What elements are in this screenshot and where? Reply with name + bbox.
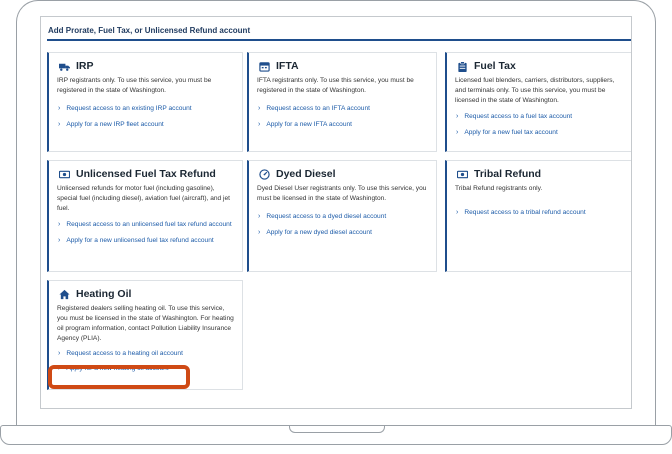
money-icon <box>59 169 70 180</box>
house-icon <box>59 289 70 300</box>
laptop-base <box>0 425 672 445</box>
link-request-irp[interactable]: › Request access to an existing IRP accou… <box>58 104 242 114</box>
truck-icon <box>59 61 70 72</box>
link-request-unlicensed-refund[interactable]: › Request access to an unlicensed fuel ta… <box>58 220 242 230</box>
highlight-box <box>48 365 190 389</box>
app-screen: Add Prorate, Fuel Tax, or Unlicensed Ref… <box>40 16 632 409</box>
card-ifta: IFTA IFTA registrants only. To use this … <box>247 52 437 152</box>
link-apply-irp[interactable]: › Apply for a new IRP fleet account <box>58 120 242 130</box>
card-unlicensed-refund: Unlicensed Fuel Tax Refund Unlicensed re… <box>47 160 243 272</box>
link-request-fuel-tax[interactable]: › Request access to a fuel tax account <box>456 112 631 122</box>
link-apply-fuel-tax[interactable]: › Apply for a new fuel tax account <box>456 128 631 138</box>
card-fuel-tax: Fuel Tax Licensed fuel blenders, carrier… <box>445 52 631 152</box>
card-title: Fuel Tax <box>457 60 631 72</box>
card-irp: IRP IRP registrants only. To use this se… <box>47 52 243 152</box>
card-title: IRP <box>59 60 242 72</box>
card-tribal-refund: Tribal Refund Tribal Refund registrants … <box>445 160 631 272</box>
calendar-icon <box>259 61 270 72</box>
clipboard-icon <box>457 60 468 72</box>
card-description: IFTA registrants only. To use this servi… <box>257 77 414 94</box>
card-description: IRP registrants only. To use this servic… <box>57 77 212 94</box>
card-description: Licensed fuel blenders, carriers, distri… <box>455 77 615 104</box>
link-request-dyed-diesel[interactable]: › Request access to a dyed diesel account <box>258 212 436 222</box>
gauge-icon <box>259 168 270 180</box>
link-apply-unlicensed-refund[interactable]: › Apply for a new unlicensed fuel tax ref… <box>58 236 242 246</box>
card-title: Tribal Refund <box>457 168 631 180</box>
link-request-ifta[interactable]: › Request access to an IFTA account <box>258 104 436 114</box>
link-apply-ifta[interactable]: › Apply for a new IFTA account <box>258 120 436 130</box>
link-apply-dyed-diesel[interactable]: › Apply for a new dyed diesel account <box>258 228 436 238</box>
link-request-heating-oil[interactable]: › Request access to a heating oil account <box>58 349 242 359</box>
header-divider <box>47 39 631 41</box>
card-description: Dyed Diesel User registrants only. To us… <box>257 185 427 202</box>
card-dyed-diesel: Dyed Diesel Dyed Diesel User registrants… <box>247 160 437 272</box>
card-title: Unlicensed Fuel Tax Refund <box>59 168 242 180</box>
card-title: Dyed Diesel <box>259 168 436 180</box>
card-description: Registered dealers selling heating oil. … <box>57 305 234 342</box>
laptop-notch <box>289 426 385 433</box>
money-icon <box>457 169 468 180</box>
link-request-tribal-refund[interactable]: › Request access to a tribal refund accou… <box>456 208 631 218</box>
card-title: IFTA <box>259 60 436 72</box>
card-description: Unlicensed refunds for motor fuel (inclu… <box>57 185 230 212</box>
card-description: Tribal Refund registrants only. <box>455 185 543 192</box>
card-title: Heating Oil <box>59 288 242 300</box>
